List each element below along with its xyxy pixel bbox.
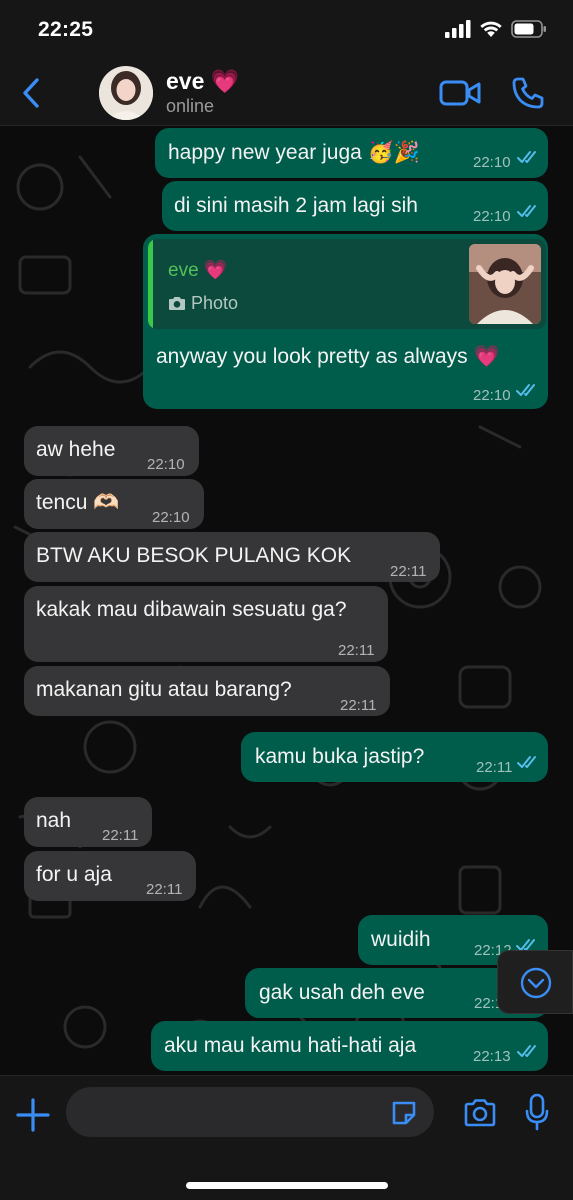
message-incoming[interactable]: makanan gitu atau barang? 22:11 [24, 666, 390, 716]
quoted-message[interactable]: eve 💗 Photo [148, 239, 546, 329]
message-time: 22:10 [152, 509, 190, 526]
chat-header: eve 💗 online [0, 60, 573, 126]
read-ticks-icon [517, 756, 536, 768]
contact-status: online [166, 96, 215, 116]
message-text: makanan gitu atau barang? [36, 678, 292, 701]
message-text: anyway you look pretty as always 💗 [156, 345, 500, 368]
message-incoming[interactable]: kakak mau dibawain sesuatu ga? 22:11 [24, 586, 388, 662]
chevron-down-icon [520, 967, 552, 999]
message-time: 22:11 [476, 759, 513, 776]
message-input[interactable] [66, 1087, 434, 1137]
status-bar: 22:25 [0, 0, 573, 60]
message-text: kamu buka jastip? [255, 745, 425, 768]
camera-small-icon [169, 296, 185, 310]
avatar-portrait [99, 66, 153, 120]
contact-name[interactable]: eve 💗 [166, 68, 239, 95]
photo-thumbnail-image [469, 244, 541, 324]
message-incoming[interactable]: for u aja 22:11 [24, 851, 196, 901]
wifi-icon [480, 21, 502, 37]
message-incoming[interactable]: nah 22:11 [24, 797, 152, 847]
avatar[interactable] [99, 66, 153, 120]
status-icons [445, 20, 547, 38]
message-time: 22:13 [473, 1048, 511, 1065]
message-text: aku mau kamu hati-hati aja [164, 1034, 417, 1057]
message-text: di sini masih 2 jam lagi sih [174, 194, 418, 217]
message-incoming[interactable]: tencu 🫶🏻 22:10 [24, 479, 204, 529]
home-indicator [186, 1182, 388, 1189]
message-text: happy new year juga 🥳🎉 [168, 141, 420, 164]
quote-sender-name: eve 💗 [168, 260, 228, 281]
status-time: 22:25 [38, 18, 94, 41]
read-ticks-icon [516, 384, 535, 396]
message-input-bar [0, 1075, 573, 1200]
message-text: nah [36, 809, 72, 832]
message-time: 22:11 [390, 563, 427, 580]
message-time: 22:10 [147, 456, 185, 473]
quote-accent-bar [148, 239, 153, 329]
message-outgoing-reply[interactable]: eve 💗 Photo anyway you look pretty as al… [143, 234, 548, 409]
message-text: kakak mau dibawain sesuatu ga? [36, 598, 347, 621]
message-text: tencu 🫶🏻 [36, 491, 120, 514]
message-time: 22:10 [473, 154, 511, 171]
read-ticks-icon [517, 205, 536, 217]
quote-type-text: Photo [191, 293, 239, 313]
sticker-icon[interactable] [390, 1099, 418, 1127]
message-text: BTW AKU BESOK PULANG KOK [36, 544, 352, 567]
chat-area[interactable]: happy new year juga 🥳🎉 22:10 di sini mas… [0, 127, 573, 1075]
message-time: 22:11 [338, 642, 375, 659]
video-call-icon[interactable] [439, 78, 481, 108]
message-text: wuidih [371, 928, 431, 951]
phone-call-icon[interactable] [511, 76, 545, 110]
message-outgoing[interactable]: aku mau kamu hati-hati aja 22:13 [151, 1021, 548, 1071]
plus-icon[interactable] [16, 1098, 50, 1132]
back-arrow-icon[interactable] [18, 76, 46, 110]
message-text: aw hehe [36, 438, 116, 461]
message-time: 22:11 [102, 827, 139, 844]
signal-icon [445, 20, 471, 38]
message-text: gak usah deh eve [259, 981, 425, 1004]
quote-photo-label: Photo [168, 289, 238, 317]
message-text: for u aja [36, 863, 112, 886]
camera-icon[interactable] [463, 1098, 497, 1128]
message-incoming[interactable]: BTW AKU BESOK PULANG KOK 22:11 [24, 532, 440, 582]
read-ticks-icon [517, 1045, 536, 1057]
message-outgoing[interactable]: happy new year juga 🥳🎉 22:10 [155, 128, 548, 178]
message-time: 22:11 [146, 881, 183, 898]
read-ticks-icon [517, 151, 536, 163]
message-outgoing[interactable]: kamu buka jastip? 22:11 [241, 732, 548, 782]
battery-icon [511, 20, 546, 38]
mic-icon[interactable] [525, 1093, 549, 1131]
message-incoming[interactable]: aw hehe 22:10 [24, 426, 199, 476]
message-outgoing[interactable]: di sini masih 2 jam lagi sih 22:10 [162, 181, 548, 231]
scroll-to-bottom-button[interactable] [497, 950, 573, 1014]
message-time: 22:10 [473, 208, 511, 225]
message-time: 22:10 [473, 387, 511, 404]
message-time: 22:11 [340, 697, 377, 714]
quote-photo-thumbnail [469, 244, 541, 324]
